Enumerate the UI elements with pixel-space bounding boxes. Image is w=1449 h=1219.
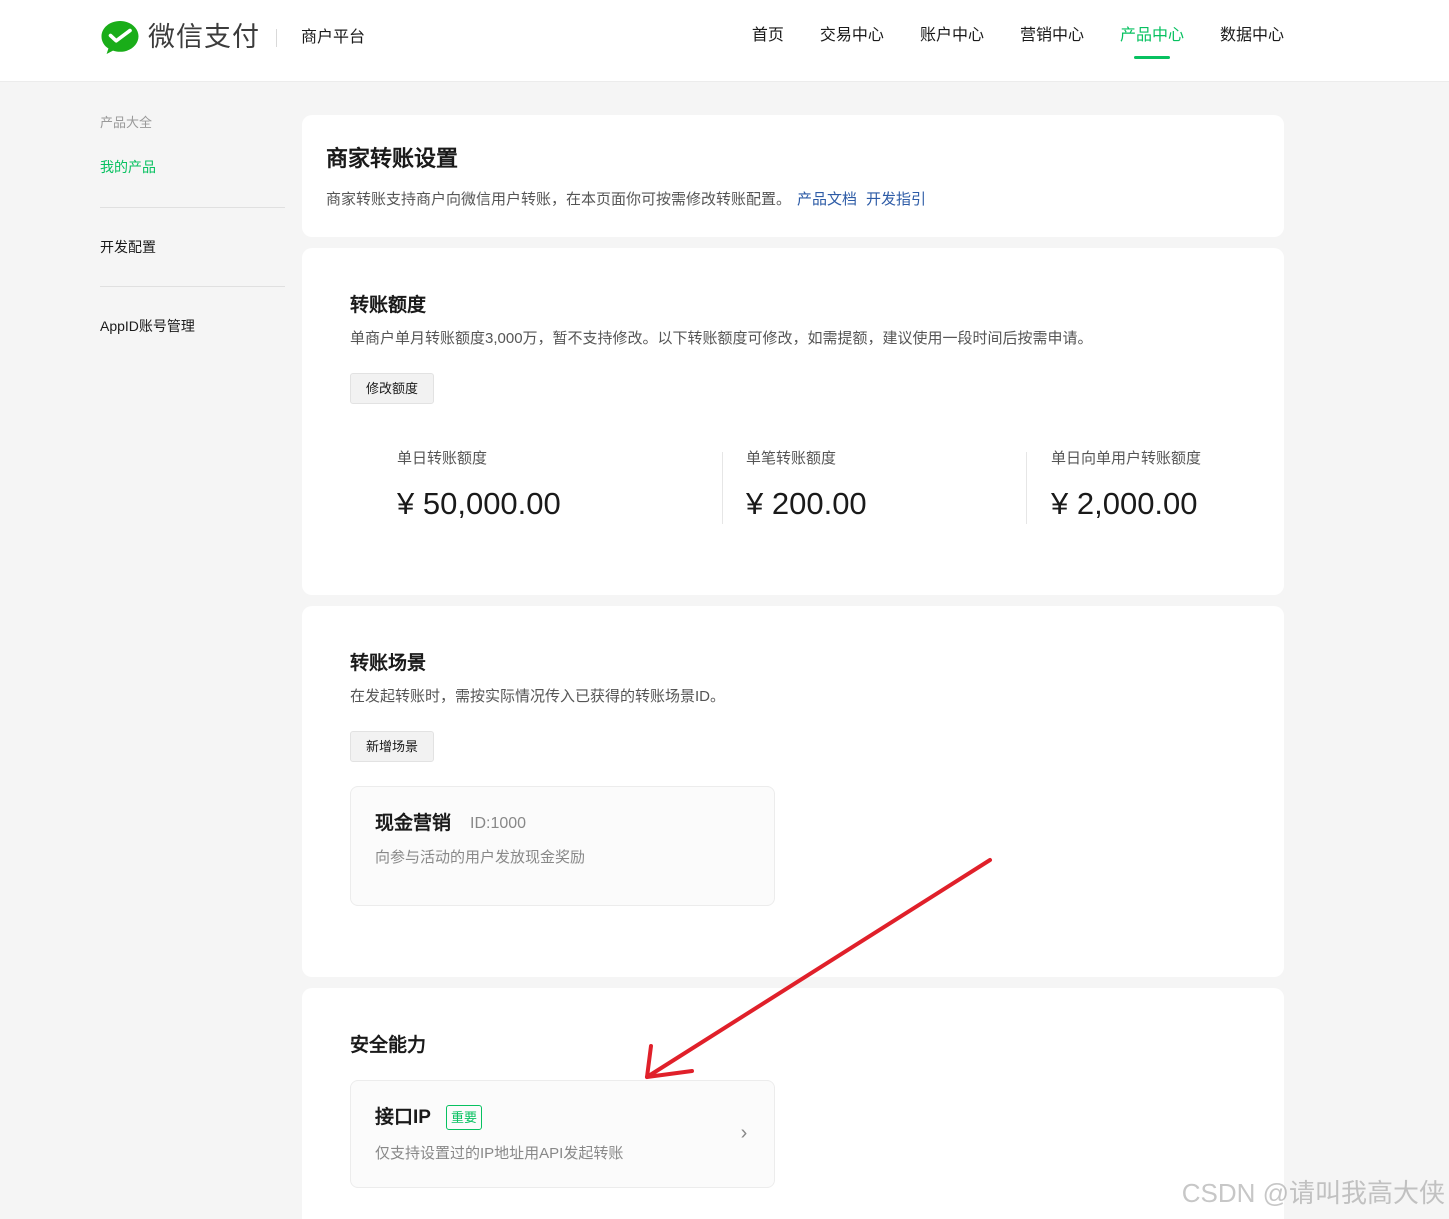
scene-name: 现金营销 — [375, 813, 452, 834]
chevron-right-icon[interactable]: › — [734, 1119, 754, 1147]
stat-label: 单笔转账额度 — [746, 450, 837, 467]
nav-home[interactable]: 首页 — [752, 24, 784, 48]
brand-name: 微信支付 — [148, 22, 260, 52]
stat-divider — [722, 452, 723, 524]
nav-products[interactable]: 产品中心 — [1120, 24, 1184, 48]
scene-card-description: 向参与活动的用户发放现金奖励 — [375, 849, 586, 866]
add-scene-button[interactable]: 新增场景 — [350, 731, 435, 762]
nav-marketing[interactable]: 营销中心 — [1020, 24, 1084, 48]
nav-account[interactable]: 账户中心 — [920, 24, 984, 48]
security-title: 安全能力 — [350, 1035, 427, 1056]
quota-title: 转账额度 — [350, 295, 427, 316]
stat-daily-per-user-quota: 单日向单用户转账额度 ¥ 2,000.00 — [1051, 448, 1201, 524]
api-ip-title: 接口IP — [375, 1107, 431, 1128]
sidebar-divider — [100, 286, 285, 287]
page-header-card: 商家转账设置 商家转账支持商户向微信用户转账，在本页面你可按需修改转账配置。 产品… — [302, 115, 1284, 237]
watermark: CSDN @请叫我高大侠 — [1181, 1178, 1445, 1208]
api-ip-description: 仅支持设置过的IP地址用API发起转账 — [375, 1145, 624, 1162]
sidebar-item-appid-management[interactable]: AppID账号管理 — [100, 316, 195, 336]
top-bar: 微信支付 商户平台 首页 交易中心 账户中心 营销中心 产品中心 数据中心 — [0, 0, 1449, 82]
sidebar-item-my-products[interactable]: 我的产品 — [100, 157, 156, 177]
platform-name: 商户平台 — [301, 29, 366, 46]
brand-divider — [276, 29, 277, 47]
important-badge: 重要 — [446, 1105, 483, 1130]
stat-label: 单日向单用户转账额度 — [1051, 450, 1202, 467]
stat-single-quota: 单笔转账额度 ¥ 200.00 — [746, 448, 867, 524]
api-ip-card[interactable]: 接口IP 重要 仅支持设置过的IP地址用API发起转账 › — [350, 1080, 775, 1188]
scene-title: 转账场景 — [350, 653, 427, 674]
stat-label: 单日转账额度 — [397, 450, 488, 467]
nav-data[interactable]: 数据中心 — [1220, 24, 1284, 48]
page-description: 商家转账支持商户向微信用户转账，在本页面你可按需修改转账配置。 产品文档 开发指引 — [326, 189, 926, 211]
product-docs-link[interactable]: 产品文档 — [797, 191, 857, 208]
stat-value: ¥ 2,000.00 — [1051, 486, 1198, 521]
wechat-pay-logo[interactable] — [100, 19, 140, 55]
page-title: 商家转账设置 — [326, 146, 459, 171]
security-card: 安全能力 接口IP 重要 仅支持设置过的IP地址用API发起转账 › — [302, 988, 1284, 1219]
dev-guide-link[interactable]: 开发指引 — [866, 191, 926, 208]
scene-card-cash-marketing[interactable]: 现金营销 ID:1000 向参与活动的用户发放现金奖励 — [350, 786, 775, 906]
page-description-text: 商家转账支持商户向微信用户转账，在本页面你可按需修改转账配置。 — [326, 191, 792, 208]
scene-id: ID:1000 — [470, 815, 527, 832]
sidebar-group-label: 产品大全 — [100, 115, 153, 130]
scene-description: 在发起转账时，需按实际情况传入已获得的转账场景ID。 — [350, 688, 726, 705]
stat-divider — [1026, 452, 1027, 524]
sidebar-item-dev-config[interactable]: 开发配置 — [100, 237, 156, 257]
stat-value: ¥ 200.00 — [746, 486, 867, 521]
stat-daily-quota: 单日转账额度 ¥ 50,000.00 — [397, 448, 561, 524]
stat-value: ¥ 50,000.00 — [397, 486, 561, 521]
sidebar-divider — [100, 207, 285, 208]
main-nav: 首页 交易中心 账户中心 营销中心 产品中心 数据中心 — [752, 24, 1284, 48]
modify-quota-button[interactable]: 修改额度 — [350, 373, 435, 404]
transfer-quota-card: 转账额度 单商户单月转账额度3,000万，暂不支持修改。以下转账额度可修改，如需… — [302, 248, 1284, 595]
quota-description: 单商户单月转账额度3,000万，暂不支持修改。以下转账额度可修改，如需提额，建议… — [350, 330, 1093, 347]
nav-transactions[interactable]: 交易中心 — [820, 24, 884, 48]
transfer-scene-card: 转账场景 在发起转账时，需按实际情况传入已获得的转账场景ID。 新增场景 现金营… — [302, 606, 1284, 977]
